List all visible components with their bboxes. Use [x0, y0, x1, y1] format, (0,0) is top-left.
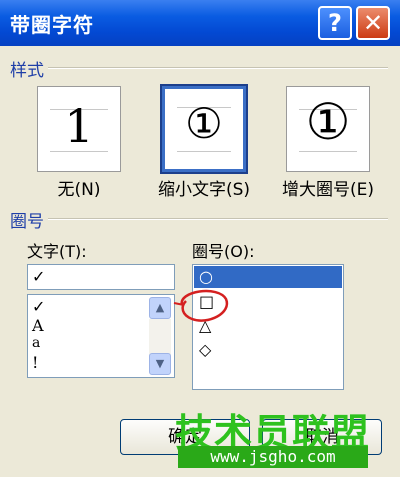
- style-section-label: 样式: [10, 61, 44, 81]
- style-glyph: ①: [305, 93, 351, 151]
- style-caption-none[interactable]: 无(N): [37, 175, 121, 200]
- title-bar[interactable]: 带圈字符 ? ✕: [0, 0, 400, 46]
- list-item[interactable]: ✓: [32, 297, 45, 316]
- enclosure-divider: [48, 218, 388, 220]
- style-glyph: 1: [64, 99, 94, 153]
- dialog-window: 带圈字符 ? ✕ 样式 1 ① ① 无(N) 缩小文字(S) 增大圈号(E) 圈…: [0, 0, 400, 477]
- style-caption-enlarge[interactable]: 增大圈号(E): [268, 175, 388, 200]
- guide-line: [299, 151, 357, 152]
- annotation-circle-icon: [173, 289, 229, 322]
- help-button[interactable]: ?: [318, 6, 352, 40]
- enclosure-section-label: 圈号: [10, 212, 44, 232]
- list-item[interactable]: A: [32, 316, 44, 335]
- style-option-none[interactable]: 1: [37, 86, 121, 172]
- scroll-up-button[interactable]: ▲: [149, 297, 171, 319]
- text-field-label: 文字(T):: [27, 242, 87, 261]
- style-option-shrink[interactable]: ①: [160, 84, 248, 174]
- list-item[interactable]: !: [32, 353, 38, 372]
- text-input[interactable]: ✓: [27, 264, 175, 290]
- style-caption-shrink[interactable]: 缩小文字(S): [140, 175, 268, 200]
- window-title: 带圈字符: [10, 13, 94, 37]
- text-list[interactable]: ✓ A a ! ▲ ▼: [27, 294, 175, 378]
- watermark-url: www.jsgho.com: [178, 446, 368, 468]
- list-item[interactable]: a: [32, 335, 40, 351]
- style-glyph: ①: [185, 99, 223, 148]
- scroll-down-button[interactable]: ▼: [149, 353, 171, 375]
- symbol-item-diamond[interactable]: ◇: [199, 340, 211, 359]
- symbol-field-label: 圈号(O):: [192, 242, 255, 261]
- style-option-enlarge[interactable]: ①: [286, 86, 370, 172]
- close-button[interactable]: ✕: [356, 6, 390, 40]
- style-divider: [48, 67, 388, 69]
- guide-line: [177, 151, 231, 152]
- text-input-value: ✓: [32, 267, 46, 286]
